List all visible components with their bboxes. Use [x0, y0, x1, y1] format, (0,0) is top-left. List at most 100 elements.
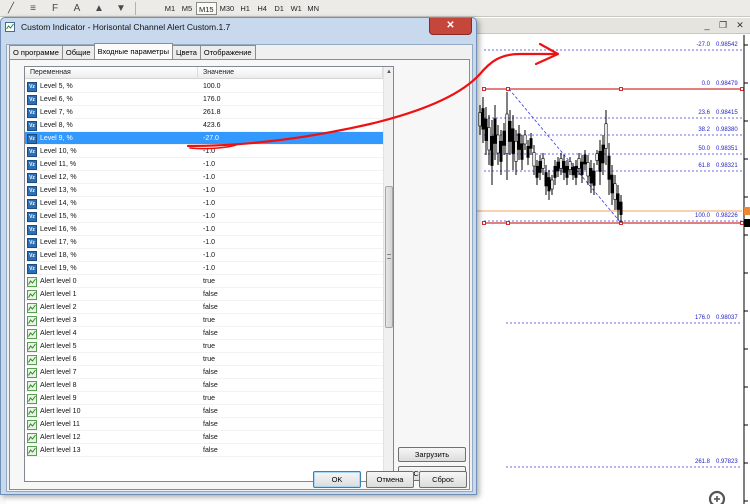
parameter-value[interactable]: -1.0: [198, 223, 383, 236]
timeframe-h4[interactable]: H4: [254, 2, 270, 15]
parameter-value[interactable]: false: [198, 405, 383, 418]
price-chart[interactable]: -27.0 0.98542 0.0 0.98479 23.6 0.98415 38.2 0.9…: [476, 35, 750, 504]
parameter-value[interactable]: -1.0: [198, 236, 383, 249]
parameter-row[interactable]: Alert level 2 false: [25, 301, 383, 314]
parameter-row[interactable]: Alert level 3 true: [25, 314, 383, 327]
parameter-value[interactable]: true: [198, 392, 383, 405]
restore-button[interactable]: ❐: [714, 19, 732, 32]
numeric-param-icon: Vz: [27, 81, 37, 92]
parameter-value[interactable]: 423.6: [198, 119, 383, 132]
parameter-value[interactable]: true: [198, 353, 383, 366]
parameter-row[interactable]: Vz Level 13, % -1.0: [25, 184, 383, 197]
parameter-name-cell: Vz Level 13, %: [25, 184, 198, 197]
chart-close-button[interactable]: ✕: [731, 19, 749, 32]
parameter-value[interactable]: -1.0: [198, 262, 383, 275]
timeframe-mn[interactable]: MN: [305, 2, 321, 15]
tab-1[interactable]: Общие: [61, 45, 95, 59]
candle-body: [538, 160, 542, 173]
arrow-down-tool-icon[interactable]: ▼: [110, 1, 132, 16]
timeframe-w1[interactable]: W1: [288, 2, 304, 15]
cancel-button[interactable]: Отмена: [366, 471, 414, 488]
parameter-row[interactable]: Alert level 4 false: [25, 327, 383, 340]
zoom-icon[interactable]: [706, 488, 732, 504]
line-tool-icon[interactable]: ╱: [0, 1, 22, 16]
parameter-row[interactable]: Vz Level 6, % 176.0: [25, 93, 383, 106]
timeframe-m5[interactable]: M5: [179, 2, 195, 15]
parameter-row[interactable]: Alert level 0 true: [25, 275, 383, 288]
channel-tool-icon[interactable]: ≡: [22, 1, 44, 16]
parameter-value[interactable]: -1.0: [198, 197, 383, 210]
parameter-row[interactable]: Vz Level 17, % -1.0: [25, 236, 383, 249]
parameter-row[interactable]: Alert level 12 false: [25, 431, 383, 444]
parameter-row[interactable]: Alert level 7 false: [25, 366, 383, 379]
parameter-row[interactable]: Vz Level 8, % 423.6: [25, 119, 383, 132]
parameter-row[interactable]: Vz Level 14, % -1.0: [25, 197, 383, 210]
parameter-row[interactable]: Vz Level 5, % 100.0: [25, 80, 383, 93]
parameter-row[interactable]: Alert level 8 false: [25, 379, 383, 392]
timeframe-bar: M1 M5 M15 M30 H1 H4 D1 W1 MN: [162, 2, 321, 15]
parameter-row[interactable]: Vz Level 18, % -1.0: [25, 249, 383, 262]
parameter-row[interactable]: Vz Level 10, % -1.0: [25, 145, 383, 158]
parameter-row[interactable]: Vz Level 16, % -1.0: [25, 223, 383, 236]
parameter-value[interactable]: -1.0: [198, 171, 383, 184]
parameter-value[interactable]: -1.0: [198, 249, 383, 262]
parameter-row[interactable]: Vz Level 15, % -1.0: [25, 210, 383, 223]
parameter-value[interactable]: false: [198, 379, 383, 392]
timeframe-h1[interactable]: H1: [237, 2, 253, 15]
parameter-value[interactable]: 261.8: [198, 106, 383, 119]
parameter-row[interactable]: Alert level 13 false: [25, 444, 383, 457]
parameter-value[interactable]: 176.0: [198, 93, 383, 106]
ok-button[interactable]: OK: [313, 471, 361, 488]
parameter-row[interactable]: Alert level 6 true: [25, 353, 383, 366]
tab-3[interactable]: Цвета: [171, 45, 201, 59]
parameter-value[interactable]: false: [198, 418, 383, 431]
channel-handle: [506, 221, 510, 225]
parameter-row[interactable]: Alert level 9 true: [25, 392, 383, 405]
parameter-row[interactable]: Vz Level 7, % 261.8: [25, 106, 383, 119]
parameter-value[interactable]: -1.0: [198, 210, 383, 223]
parameter-value[interactable]: -1.0: [198, 184, 383, 197]
column-header-variable[interactable]: Переменная: [25, 67, 198, 79]
parameter-value[interactable]: false: [198, 444, 383, 457]
parameter-row[interactable]: Alert level 10 false: [25, 405, 383, 418]
shapes-tool-icon[interactable]: A: [66, 1, 88, 16]
parameter-row[interactable]: Vz Level 11, % -1.0: [25, 158, 383, 171]
arrow-up-tool-icon[interactable]: ▲: [88, 1, 110, 16]
parameter-row[interactable]: Alert level 1 false: [25, 288, 383, 301]
parameter-row[interactable]: Alert level 11 false: [25, 418, 383, 431]
scroll-up-icon[interactable]: ▲: [384, 67, 393, 77]
load-button[interactable]: Загрузить: [398, 447, 466, 462]
tab-2[interactable]: Входные параметры: [93, 43, 173, 59]
parameter-name: Alert level 1: [40, 291, 77, 298]
parameter-value[interactable]: -1.0: [198, 158, 383, 171]
parameter-row[interactable]: Alert level 5 true: [25, 340, 383, 353]
parameter-row[interactable]: Vz Level 12, % -1.0: [25, 171, 383, 184]
parameter-row[interactable]: Vz Level 19, % -1.0: [25, 262, 383, 275]
parameter-value[interactable]: -1.0: [198, 145, 383, 158]
tab-4[interactable]: Отображение: [199, 45, 256, 59]
timeframe-d1[interactable]: D1: [271, 2, 287, 15]
tab-0[interactable]: О программе: [9, 45, 63, 59]
parameter-value[interactable]: true: [198, 340, 383, 353]
boolean-param-icon: [27, 419, 37, 430]
parameter-value[interactable]: false: [198, 327, 383, 340]
grid-scrollbar[interactable]: ▲ ▼: [383, 67, 393, 481]
timeframe-m30[interactable]: M30: [218, 2, 237, 15]
parameter-value[interactable]: false: [198, 288, 383, 301]
parameter-value[interactable]: -27.0: [198, 132, 383, 145]
parameter-value[interactable]: true: [198, 275, 383, 288]
scrollbar-thumb[interactable]: [385, 186, 393, 328]
reset-button[interactable]: Сброс: [419, 471, 467, 488]
timeframe-m1[interactable]: M1: [162, 2, 178, 15]
parameter-value[interactable]: true: [198, 314, 383, 327]
parameter-name: Level 12, %: [40, 174, 77, 181]
parameter-value[interactable]: 100.0: [198, 80, 383, 93]
parameter-value[interactable]: false: [198, 301, 383, 314]
dialog-close-button[interactable]: ✕: [429, 18, 472, 35]
fibo-tool-icon[interactable]: F: [44, 1, 66, 16]
parameter-row[interactable]: Vz Level 9, % -27.0: [25, 132, 383, 145]
parameter-value[interactable]: false: [198, 366, 383, 379]
timeframe-m15[interactable]: M15: [196, 2, 217, 15]
column-header-value[interactable]: Значение: [198, 67, 383, 79]
parameter-value[interactable]: false: [198, 431, 383, 444]
